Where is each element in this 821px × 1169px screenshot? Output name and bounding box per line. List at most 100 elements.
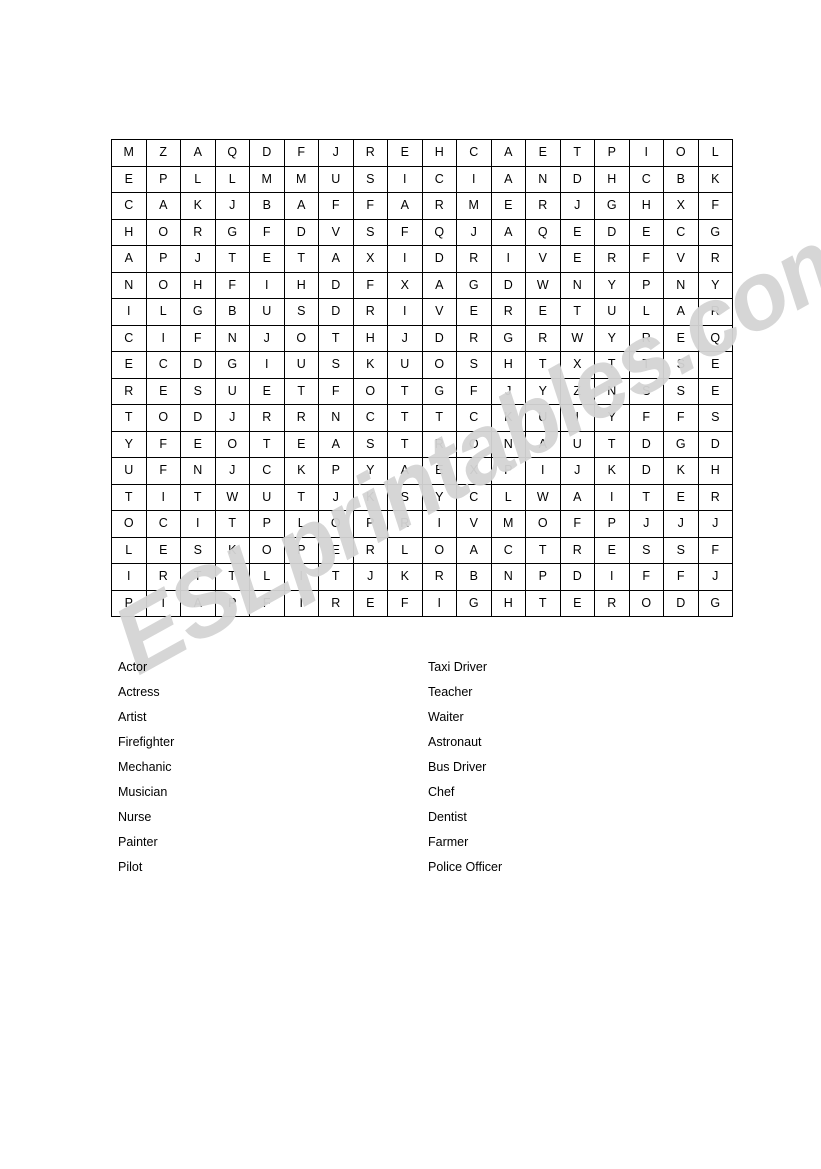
grid-cell: V [525, 245, 561, 273]
grid-cell: N [111, 271, 147, 299]
grid-cell: V [318, 218, 354, 246]
grid-cell: A [525, 430, 561, 458]
grid-cell: E [145, 377, 181, 405]
grid-row: NOHFIHDFXAGDWNYPNY [111, 271, 733, 299]
word-list-item: Teacher [428, 685, 473, 699]
grid-row: PIAPFIREFIGHTERODG [111, 589, 733, 617]
grid-row: TODJRRNCTTCKUIYFFS [111, 404, 733, 432]
word-list-item: Firefighter [118, 735, 175, 749]
grid-cell: Q [214, 139, 250, 167]
grid-cell: D [628, 430, 664, 458]
grid-cell: X [387, 271, 423, 299]
grid-cell: O [628, 589, 664, 617]
word-list-item: Bus Driver [428, 760, 487, 774]
grid-cell: C [663, 218, 699, 246]
grid-cell: F [318, 377, 354, 405]
grid-cell: E [352, 589, 388, 617]
grid-cell: I [490, 245, 526, 273]
grid-cell: J [180, 245, 216, 273]
grid-cell: T [559, 139, 595, 167]
grid-cell: G [214, 351, 250, 379]
grid-cell: J [249, 324, 285, 352]
grid-cell: F [283, 139, 319, 167]
grid-cell: P [111, 589, 147, 617]
grid-cell: C [145, 351, 181, 379]
grid-cell: L [111, 536, 147, 564]
grid-cell: F [387, 589, 423, 617]
grid-cell: T [214, 563, 250, 591]
word-list-column-right: Taxi Driver Teacher Waiter Astronaut Bus Dri… [428, 655, 502, 880]
grid-cell: P [249, 510, 285, 538]
grid-cell: D [318, 298, 354, 326]
grid-cell: E [111, 165, 147, 193]
grid-cell: G [663, 430, 699, 458]
grid-cell: L [214, 165, 250, 193]
grid-cell: H [628, 192, 664, 220]
grid-cell: D [594, 218, 630, 246]
grid-cell: E [318, 536, 354, 564]
grid-cell: I [594, 563, 630, 591]
grid-cell: D [697, 430, 733, 458]
grid-cell: C [456, 404, 492, 432]
grid-cell: A [145, 192, 181, 220]
grid-cell: F [456, 377, 492, 405]
grid-cell: R [559, 536, 595, 564]
grid-cell: H [490, 351, 526, 379]
grid-cell: C [249, 457, 285, 485]
grid-cell: K [283, 457, 319, 485]
grid-row: ECDGIUSKUOSHTXTTSE [111, 351, 733, 379]
grid-cell: J [387, 324, 423, 352]
grid-cell: D [318, 271, 354, 299]
grid-cell: I [111, 298, 147, 326]
grid-cell: P [145, 245, 181, 273]
grid-cell: P [525, 563, 561, 591]
grid-row: MZAQDFJREHCAETPIOL [111, 139, 733, 167]
grid-cell: S [697, 404, 733, 432]
word-list-item: Painter [118, 835, 158, 849]
grid-cell: H [283, 271, 319, 299]
grid-cell: D [559, 165, 595, 193]
grid-cell: J [559, 457, 595, 485]
grid-cell: R [352, 536, 388, 564]
word-list-item: Pilot [118, 860, 143, 874]
word-list-item: Mechanic [118, 760, 172, 774]
grid-cell: D [421, 245, 457, 273]
grid-cell: P [145, 165, 181, 193]
grid-cell: C [456, 483, 492, 511]
grid-cell: E [283, 430, 319, 458]
grid-cell: F [352, 271, 388, 299]
grid-cell: E [249, 245, 285, 273]
grid-cell: J [697, 510, 733, 538]
grid-cell: G [421, 377, 457, 405]
grid-cell: R [594, 589, 630, 617]
grid-cell: W [525, 271, 561, 299]
grid-cell: O [421, 351, 457, 379]
grid-cell: R [697, 245, 733, 273]
grid-cell: L [490, 483, 526, 511]
word-list-item: Nurse [118, 810, 152, 824]
grid-cell: E [697, 351, 733, 379]
grid-cell: D [421, 324, 457, 352]
grid-cell: H [180, 271, 216, 299]
grid-cell: T [283, 377, 319, 405]
grid-cell: U [559, 430, 595, 458]
grid-cell: L [145, 298, 181, 326]
grid-cell: D [490, 271, 526, 299]
grid-cell: I [145, 589, 181, 617]
grid-cell: E [111, 351, 147, 379]
grid-cell: C [145, 510, 181, 538]
grid-cell: Y [111, 430, 147, 458]
grid-cell: K [594, 457, 630, 485]
grid-cell: I [559, 404, 595, 432]
grid-cell: K [214, 536, 250, 564]
grid-cell: K [490, 404, 526, 432]
grid-cell: U [387, 351, 423, 379]
grid-cell: K [697, 165, 733, 193]
grid-cell: D [180, 351, 216, 379]
grid-row: HORGFDVSFQJAQEDECG [111, 218, 733, 246]
grid-cell: C [111, 192, 147, 220]
grid-cell: T [387, 404, 423, 432]
grid-cell: A [559, 483, 595, 511]
grid-cell: G [180, 298, 216, 326]
grid-cell: F [145, 430, 181, 458]
